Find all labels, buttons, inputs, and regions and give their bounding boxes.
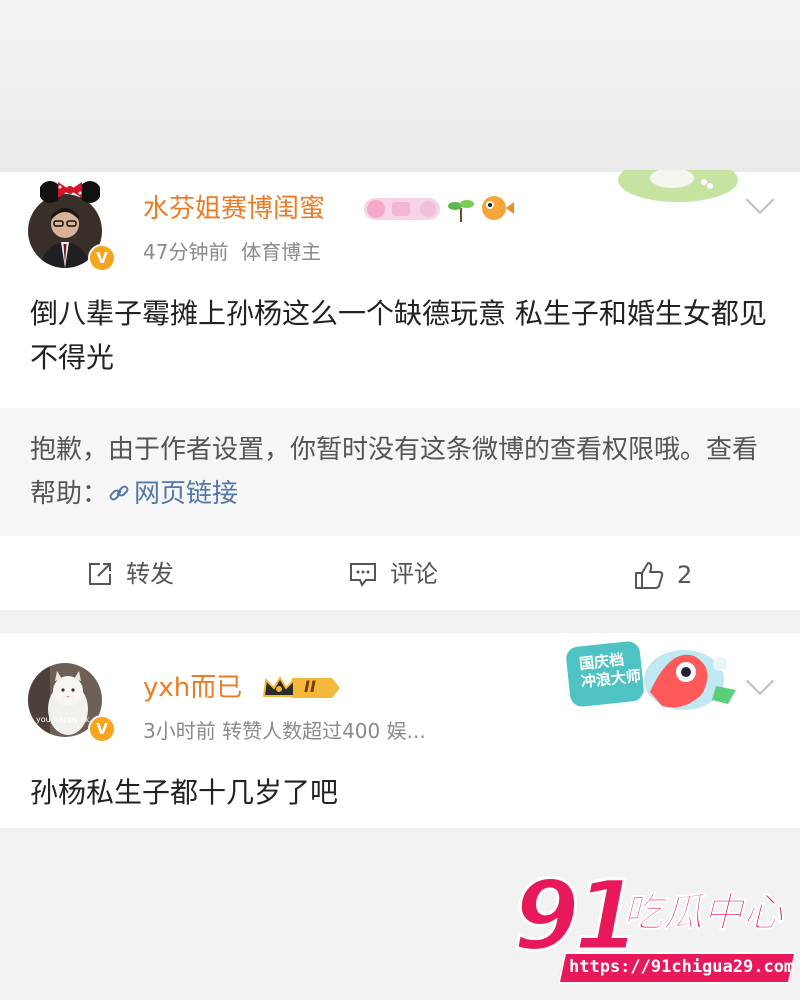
avatar-caption: you happy zk	[36, 715, 90, 724]
user-tag: 体育博主	[241, 240, 322, 264]
minnie-ears-icon	[40, 181, 100, 203]
comment-icon	[350, 563, 376, 587]
post-time: 47分钟前	[143, 240, 229, 264]
post-content: 孙杨私生子都十几岁了吧	[30, 776, 339, 809]
link-icon	[109, 485, 129, 501]
card-decoration-icon	[618, 170, 738, 202]
top-image-area	[0, 0, 800, 172]
web-link-label: 网页链接	[134, 479, 239, 509]
permission-notice: 抱歉，由于作者设置，你暂时没有这条微博的查看权限哦。查看帮助： 网页链接	[0, 408, 800, 536]
user-avatar[interactable]: you happy zk V	[28, 663, 116, 743]
crown-icon	[262, 676, 340, 698]
username[interactable]: 水芬姐赛博闺蜜	[143, 194, 325, 224]
chevron-down-icon[interactable]	[745, 185, 775, 215]
thumbs-up-icon	[635, 562, 664, 589]
verified-badge: V	[88, 244, 116, 272]
chevron-down-icon[interactable]	[745, 666, 775, 696]
repost-icon	[89, 563, 111, 585]
web-link[interactable]: 网页链接	[108, 479, 238, 509]
watermark-number: 91	[512, 860, 643, 972]
weibo-post-card-2: you happy zk V yxh而已 II 国庆档 冲浪大师 3小时前 转赞…	[0, 633, 800, 828]
level-text: II	[304, 677, 316, 696]
watermark-logo: 91 吃瓜中心 https://91chigua29.com	[505, 865, 797, 990]
verified-badge: V	[88, 715, 116, 743]
level-badge: II	[262, 674, 340, 702]
pufferfish-icon	[482, 196, 514, 220]
member-badge-icon	[364, 198, 440, 220]
post-meta: 47分钟前 体育博主	[143, 240, 321, 264]
notice-text-block: 抱歉，由于作者设置，你暂时没有这条微博的查看权限哦。查看帮助： 网页链接	[30, 428, 770, 516]
repost-button[interactable]: 转发	[86, 560, 174, 588]
comment-button[interactable]: 评论	[348, 560, 438, 588]
post-meta: 3小时前 转赞人数超过400 娱...	[143, 719, 426, 743]
action-bar: 转发 评论 2	[0, 536, 800, 610]
weibo-post-card-1: V 水芬姐赛博闺蜜 47分钟前 体育博主 倒八辈子霉摊上孙杨这么一个缺德玩意 私…	[0, 170, 800, 610]
comment-label: 评论	[390, 560, 438, 588]
card-separator	[0, 610, 800, 633]
sprout-icon	[448, 200, 474, 222]
event-badge-text: 国庆档 冲浪大师	[578, 649, 641, 692]
event-badge: 国庆档 冲浪大师	[566, 638, 742, 718]
like-button[interactable]: 2	[633, 560, 692, 590]
watermark-title: 吃瓜中心	[623, 890, 784, 937]
repost-label: 转发	[126, 560, 174, 588]
watermark-url: https://91chigua29.com	[569, 957, 795, 977]
user-avatar[interactable]: V	[28, 181, 116, 272]
like-count: 2	[677, 561, 693, 589]
post-content: 倒八辈子霉摊上孙杨这么一个缺德玩意 私生子和婚生女都见不得光	[30, 297, 767, 374]
username[interactable]: yxh而已	[143, 673, 242, 703]
